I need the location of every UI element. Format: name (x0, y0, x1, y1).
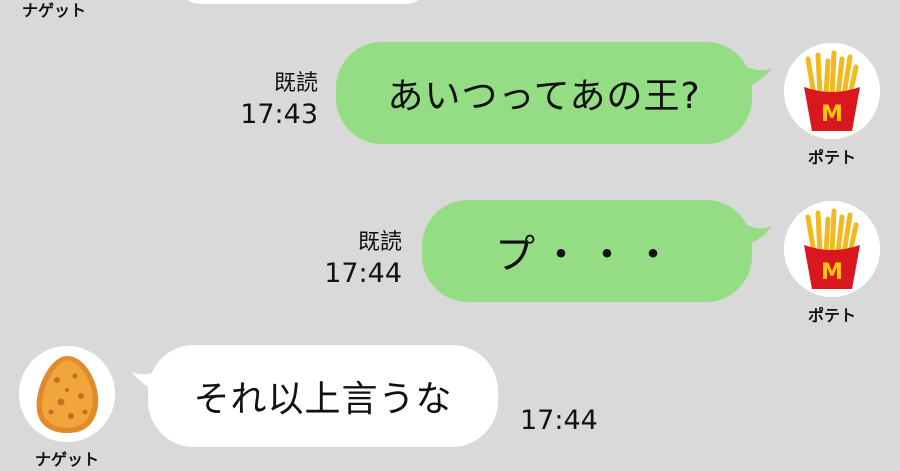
sender-name: ポテト (807, 306, 856, 325)
message-bubble[interactable]: あいつってあの王? (336, 42, 752, 144)
timestamp: 17:43 (240, 99, 318, 130)
svg-text:M: M (821, 102, 843, 127)
message-meta: 既読 17:43 (240, 70, 318, 132)
timestamp: 17:44 (520, 405, 598, 436)
french-fries-icon[interactable]: M (784, 201, 880, 297)
chicken-nugget-icon[interactable] (19, 346, 115, 442)
sender-name: ナゲット (22, 1, 87, 20)
message-text: あいつってあの王? (387, 76, 701, 117)
read-receipt: 既読 (273, 71, 318, 96)
sender-name: ナゲット (34, 450, 99, 469)
french-fries-icon[interactable]: M (784, 43, 880, 139)
message-bubble-partial (178, 0, 428, 4)
svg-text:M: M (821, 260, 843, 285)
message-bubble[interactable]: プ・・・ (422, 200, 752, 302)
sender-name: ポテト (807, 148, 856, 167)
chat-area: ナゲット 既読 17:43 あいつってあの王? M ポテト 既読 17:44 プ… (0, 0, 900, 471)
timestamp: 17:44 (324, 258, 402, 289)
read-receipt: 既読 (357, 230, 402, 255)
bubble-tail (740, 222, 772, 246)
message-meta: 既読 17:44 (324, 229, 402, 291)
message-bubble[interactable]: それ以上言うな (148, 345, 498, 447)
message-text: それ以上言うな (193, 379, 453, 420)
message-text: プ・・・ (495, 232, 679, 278)
bubble-tail (740, 64, 772, 88)
